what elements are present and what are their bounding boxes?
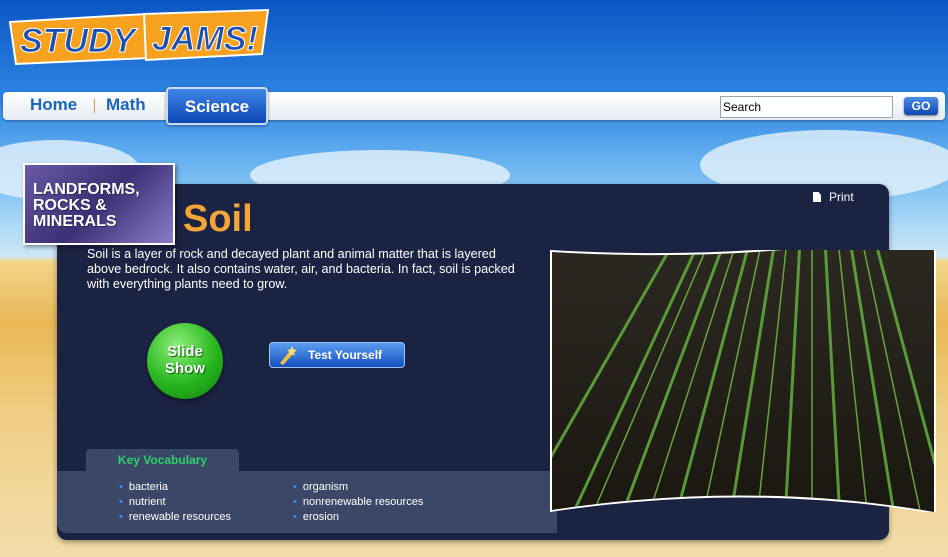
print-link[interactable]: Print bbox=[813, 190, 854, 204]
vocab-item[interactable]: organism bbox=[293, 481, 348, 493]
test-yourself-label: Test Yourself bbox=[308, 348, 383, 362]
nav-home-link[interactable]: Home bbox=[30, 95, 77, 115]
search-go-button[interactable]: GO bbox=[904, 97, 938, 115]
nav-math-link[interactable]: Math bbox=[106, 95, 146, 115]
nav-separator bbox=[94, 99, 95, 113]
soil-crop-field-photo bbox=[550, 250, 936, 512]
study-jams-logo[interactable]: STUDY JAMS! bbox=[6, 8, 271, 66]
vocab-item[interactable]: erosion bbox=[293, 511, 339, 523]
vocab-item[interactable]: nonrenewable resources bbox=[293, 496, 423, 508]
lesson-intro-text: Soil is a layer of rock and decayed plan… bbox=[87, 247, 515, 291]
page-title: Soil bbox=[183, 198, 253, 240]
print-icon bbox=[813, 192, 821, 202]
print-label: Print bbox=[829, 190, 854, 204]
slide-show-line-1: Slide bbox=[167, 343, 203, 360]
nav-science-tab[interactable]: Science bbox=[166, 87, 268, 125]
test-yourself-button[interactable]: Test Yourself bbox=[269, 342, 405, 368]
pencil-star-icon bbox=[280, 346, 297, 365]
search-input[interactable] bbox=[720, 96, 893, 118]
key-vocabulary-tab[interactable]: Key Vocabulary bbox=[86, 449, 239, 473]
logo-study-text: STUDY bbox=[20, 22, 139, 60]
landforms-rocks-minerals-badge[interactable]: LANDFORMS, ROCKS & MINERALS bbox=[23, 163, 175, 245]
slide-show-line-2: Show bbox=[165, 360, 205, 377]
badge-line-3: MINERALS bbox=[33, 213, 117, 230]
vocab-item[interactable]: nutrient bbox=[119, 496, 166, 508]
vocab-item[interactable]: bacteria bbox=[119, 481, 168, 493]
vocab-item[interactable]: renewable resources bbox=[119, 511, 231, 523]
logo-jams-text: JAMS! bbox=[152, 20, 258, 58]
slide-show-button[interactable]: Slide Show bbox=[147, 323, 223, 399]
